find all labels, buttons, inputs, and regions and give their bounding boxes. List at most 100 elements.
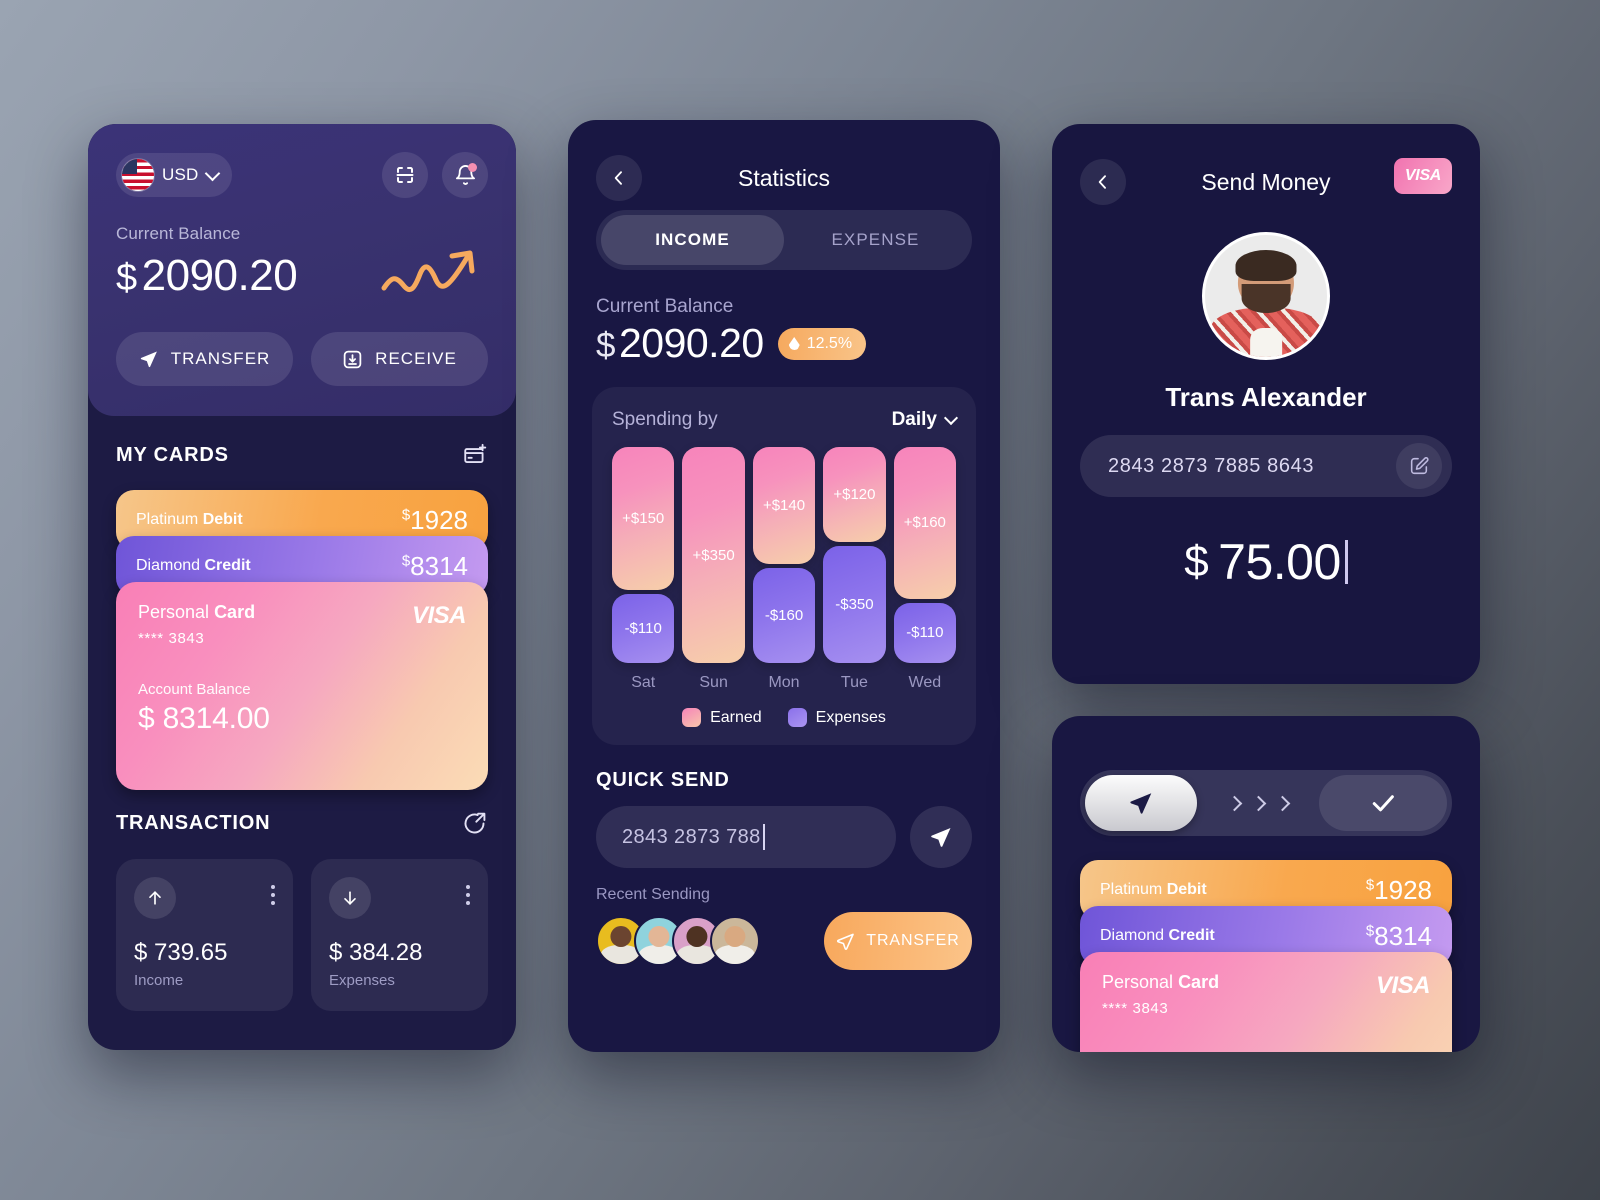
scan-button[interactable] xyxy=(382,152,428,198)
transfer-button[interactable]: TRANSFER xyxy=(116,332,293,386)
home-header-icons xyxy=(382,152,488,198)
chevron-down-icon xyxy=(204,165,220,181)
home-header: USD Current Balance $ 2090.20 TRANSFER R… xyxy=(88,124,516,416)
scan-icon xyxy=(396,167,414,183)
confirm-panel: Platinum Debit $1928 Diamond Credit $831… xyxy=(1052,716,1480,1052)
bar-earned: +$350 xyxy=(682,447,745,663)
card-personal[interactable]: Personal Card **** 3843 VISA Account Bal… xyxy=(116,582,488,790)
quick-send-row: 2843 2873 788 xyxy=(568,792,1000,868)
transaction-title: TRANSACTION xyxy=(116,812,271,834)
notification-dot xyxy=(468,163,477,172)
send-icon xyxy=(837,933,855,950)
swipe-to-confirm-slider[interactable] xyxy=(1080,770,1452,836)
transaction-menu-button[interactable] xyxy=(271,877,275,905)
bar-expenses: -$160 xyxy=(752,567,816,663)
personal-card-identity: Personal Card **** 3843 xyxy=(138,602,255,647)
currency-label: USD xyxy=(162,165,199,184)
personal-card-name-bold: Card xyxy=(1178,972,1220,992)
personal-card-top: Personal Card **** 3843 VISA xyxy=(1102,972,1431,1017)
balance-currency: $ xyxy=(116,257,137,299)
personal-card-name: Personal Card xyxy=(1102,972,1219,993)
personal-card-number: **** 3843 xyxy=(138,630,205,647)
home-action-buttons: TRANSFER RECEIVE xyxy=(116,332,488,386)
edit-pencil-icon xyxy=(1410,457,1429,475)
card-amount: $8314 xyxy=(402,551,468,582)
tab-expense[interactable]: EXPENSE xyxy=(784,215,967,265)
bar-x-label: Sat xyxy=(631,674,656,691)
bar-x-label: Sun xyxy=(699,674,728,691)
recent-contacts-avatars xyxy=(596,916,760,966)
statistics-transfer-button[interactable]: TRANSFER xyxy=(824,912,972,970)
home-header-top-row: USD xyxy=(116,152,488,198)
drop-icon xyxy=(788,337,800,350)
chart-period-label: Daily xyxy=(891,409,937,430)
card-name: Platinum Debit xyxy=(136,511,243,529)
avatar[interactable] xyxy=(710,916,760,966)
balance-amount: $2090.20 xyxy=(116,251,298,301)
edit-account-button[interactable] xyxy=(1396,443,1442,489)
income-expense-tabs: INCOME EXPENSE xyxy=(596,210,972,270)
personal-card-name-light: Personal xyxy=(1102,972,1174,992)
bar-earned: +$160 xyxy=(893,447,957,599)
send-money-panel: Send Money VISA Trans Alexander 2843 287… xyxy=(1052,124,1480,684)
personal-card-name: Personal Card xyxy=(138,602,255,623)
slider-knob[interactable] xyxy=(1085,775,1197,831)
legend-swatch-earned xyxy=(682,708,702,727)
chevron-right-icon xyxy=(1226,795,1290,811)
chart-header: Spending by Daily xyxy=(612,409,959,431)
visa-badge: VISA xyxy=(1394,158,1452,194)
statistics-transfer-label: TRANSFER xyxy=(866,932,960,949)
account-number-value: 2843 2873 7885 8643 xyxy=(1108,454,1315,477)
chart-period-selector[interactable]: Daily xyxy=(891,409,959,431)
receive-button[interactable]: RECEIVE xyxy=(311,332,488,386)
card-name-light: Diamond xyxy=(1100,927,1165,944)
notifications-button[interactable] xyxy=(442,152,488,198)
add-card-icon[interactable] xyxy=(462,442,488,468)
send-amount[interactable]: $75.00 xyxy=(1052,533,1480,591)
transaction-card-top xyxy=(329,877,470,919)
download-icon xyxy=(343,350,362,368)
balance-value: 2090.20 xyxy=(141,251,298,300)
transaction-card-top xyxy=(134,877,275,919)
statistics-back-button[interactable] xyxy=(596,155,642,201)
transaction-cards: $ 739.65 Income $ 384.28 Expenses xyxy=(88,837,516,1011)
visa-badge-label: VISA xyxy=(1404,167,1442,184)
transaction-income-card[interactable]: $ 739.65 Income xyxy=(116,859,293,1011)
legend-label-expenses: Expenses xyxy=(815,708,886,726)
statistics-balance-label: Current Balance xyxy=(596,296,734,317)
card-name-bold: Credit xyxy=(204,557,251,574)
legend-swatch-expenses xyxy=(787,708,807,727)
personal-card-balance-value: 8314.00 xyxy=(162,702,270,735)
transaction-expenses-card[interactable]: $ 384.28 Expenses xyxy=(311,859,488,1011)
personal-card-identity: Personal Card **** 3843 xyxy=(1102,972,1219,1017)
home-panel: USD Current Balance $ 2090.20 TRANSFER R… xyxy=(88,124,516,1050)
tab-income[interactable]: INCOME xyxy=(601,215,784,265)
chevron-left-icon xyxy=(1098,175,1106,189)
personal-card-balance-amount: $ 8314.00 xyxy=(138,702,466,736)
bar-group-wed: +$160 -$110 xyxy=(893,447,957,663)
check-icon xyxy=(1372,795,1394,812)
card-amount-value: 8314 xyxy=(410,550,468,581)
account-number-field[interactable]: 2843 2873 7885 8643 xyxy=(1080,435,1452,497)
quick-send-input[interactable]: 2843 2873 788 xyxy=(596,806,896,868)
card-currency: $ xyxy=(1365,921,1375,939)
quick-send-button[interactable] xyxy=(910,806,972,868)
currency-selector[interactable]: USD xyxy=(116,153,232,197)
transaction-menu-button[interactable] xyxy=(466,877,470,905)
personal-card-name-light: Personal xyxy=(138,602,210,622)
card-name: Diamond Credit xyxy=(136,557,251,575)
bar-group-mon: +$140 -$160 xyxy=(752,447,816,663)
card-currency: $ xyxy=(401,551,411,569)
card-personal[interactable]: Personal Card **** 3843 VISA xyxy=(1080,952,1452,1052)
chart-title: Spending by xyxy=(612,409,718,430)
bar-chart: +$150 -$110 +$350 +$140 -$160 +$120 -$350 +$160… xyxy=(612,447,957,663)
confirm-check-button[interactable] xyxy=(1319,775,1447,831)
card-amount-value: 1928 xyxy=(1374,874,1432,905)
app-mockup-stage: USD Current Balance $ 2090.20 TRANSFER R… xyxy=(0,0,1600,1200)
growth-badge: 12.5% xyxy=(777,327,867,360)
send-money-back-button[interactable] xyxy=(1080,159,1126,205)
share-arrow-icon[interactable] xyxy=(461,810,488,837)
personal-card-balance-label: Account Balance xyxy=(138,681,251,698)
transaction-header: TRANSACTION xyxy=(88,790,516,837)
chevron-down-icon xyxy=(943,410,959,426)
